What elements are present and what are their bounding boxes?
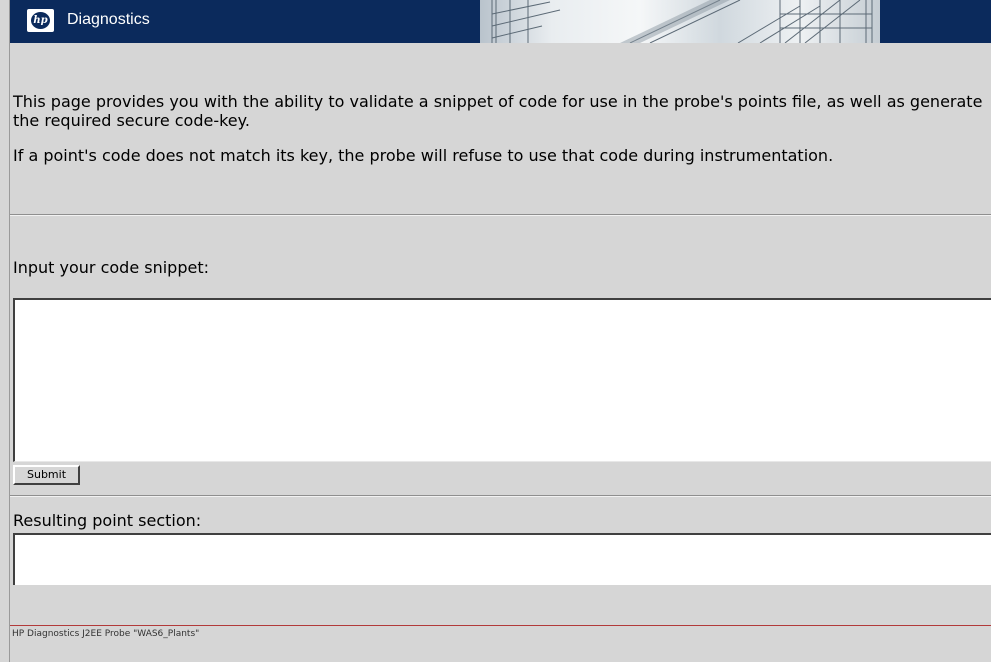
intro-text: This page provides you with the ability … [13,92,988,181]
hp-logo: hp [27,9,54,32]
header-bar: hp Diagnostics [10,0,991,43]
hp-logo-mark: hp [31,12,50,29]
banner-structure-graphic [491,0,873,43]
divider [10,214,991,216]
code-snippet-label: Input your code snippet: [13,258,209,277]
divider [10,495,991,497]
result-section-label: Resulting point section: [13,511,202,530]
header-banner-image [480,0,880,43]
result-output-box[interactable] [13,533,991,585]
intro-paragraph-1: This page provides you with the ability … [13,92,983,130]
footer-divider [10,625,991,626]
page-frame: hp Diagnostics This page provides you wi… [9,0,991,662]
intro-paragraph-2: If a point's code does not match its key… [13,146,834,165]
submit-button[interactable]: Submit [13,465,80,485]
app-title: Diagnostics [67,11,150,28]
code-snippet-input[interactable] [13,298,991,462]
footer-probe-name: HP Diagnostics J2EE Probe "WAS6_Plants" [12,629,200,639]
